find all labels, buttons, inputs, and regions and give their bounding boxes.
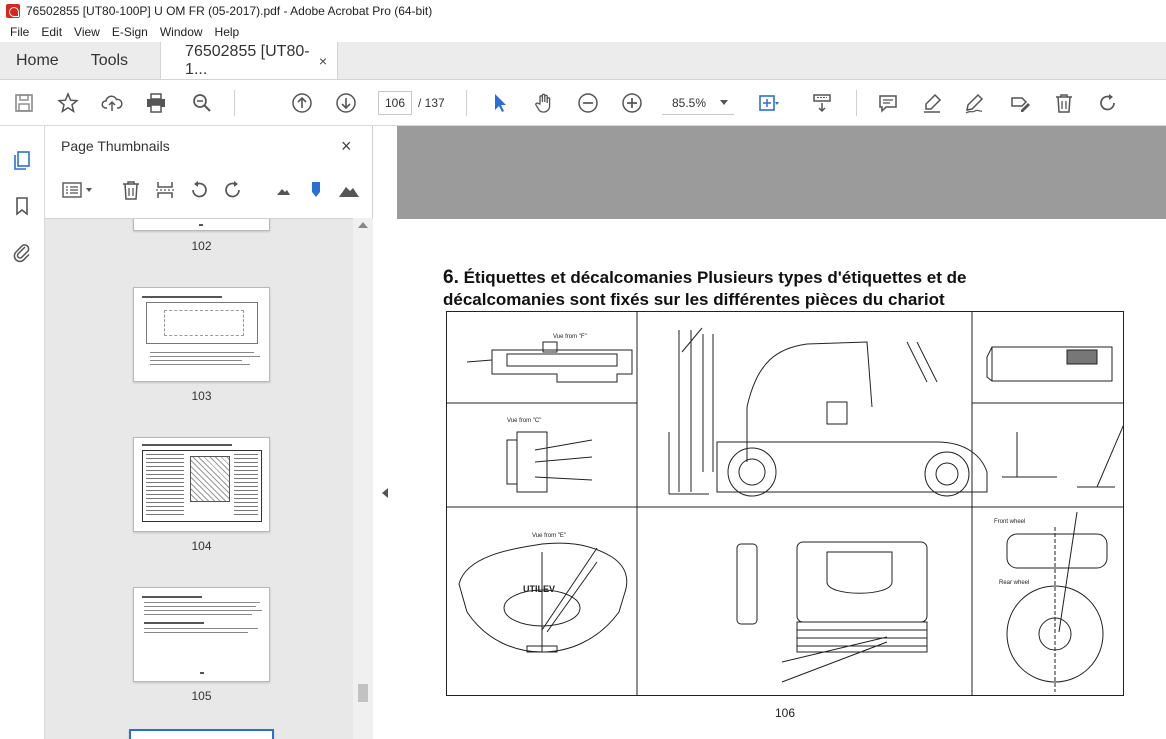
menu-bar: File Edit View E-Sign Window Help: [0, 22, 1166, 42]
panel-collapse-bar: [373, 126, 397, 739]
document-page: 6. Étiquettes et décalcomanies Plusieurs…: [397, 219, 1166, 739]
attachment-icon[interactable]: [10, 240, 34, 264]
collapse-panel-icon[interactable]: [382, 488, 388, 498]
thumbnail-page[interactable]: [133, 287, 270, 382]
toolbar-divider: [466, 90, 467, 116]
tab-document-label: 76502855 [UT80-1...: [185, 42, 310, 78]
extract-page-icon[interactable]: [153, 178, 177, 202]
thumbnail-page-number: 105: [191, 689, 212, 703]
sign-icon[interactable]: [962, 91, 986, 115]
page-total: / 137: [418, 96, 445, 110]
scroll-up-icon[interactable]: [358, 222, 368, 228]
thumbnail-page-number: 102: [191, 239, 212, 253]
menu-window[interactable]: Window: [154, 25, 209, 39]
menu-help[interactable]: Help: [209, 25, 246, 39]
menu-edit[interactable]: Edit: [35, 25, 68, 39]
edit-icon[interactable]: [1008, 91, 1032, 115]
section-number: 6.: [443, 267, 459, 288]
scrollbar-thumb[interactable]: [358, 684, 368, 702]
thumbnail-page-current[interactable]: [129, 729, 274, 739]
document-view[interactable]: 6. Étiquettes et décalcomanies Plusieurs…: [397, 126, 1166, 739]
figure-brand-logo: UTILEV: [523, 584, 555, 594]
section-heading-text: Étiquettes et décalcomanies Plusieurs ty…: [443, 268, 967, 309]
tab-close-icon[interactable]: ×: [319, 53, 327, 69]
upload-icon[interactable]: [100, 91, 124, 115]
menu-esign[interactable]: E-Sign: [106, 25, 154, 39]
thumbnail-page-number: 103: [191, 389, 212, 403]
page-number: 106: [775, 706, 796, 720]
figure-label-view-c: Vue from "C": [507, 418, 541, 424]
star-icon[interactable]: [56, 91, 80, 115]
redo-icon[interactable]: [1096, 91, 1120, 115]
zoom-in-icon[interactable]: [620, 91, 644, 115]
hand-icon[interactable]: [532, 91, 556, 115]
panel-toolbar: [45, 174, 373, 206]
highlight-icon[interactable]: [920, 91, 944, 115]
thumbnails-panel: Page Thumbnails × 102 103 104 105: [45, 126, 373, 739]
toolbar-divider: [234, 90, 235, 116]
title-bar: 76502855 [UT80-100P] U OM FR (05-2017).p…: [0, 0, 1166, 22]
acrobat-logo-icon: [6, 4, 20, 18]
options-menu-icon[interactable]: [59, 178, 97, 202]
zoom-out-icon[interactable]: [576, 91, 600, 115]
delete-icon[interactable]: [1052, 91, 1076, 115]
tab-tools[interactable]: Tools: [75, 42, 144, 79]
thumbnail-page[interactable]: [133, 587, 270, 682]
thumbnail-page[interactable]: [133, 219, 270, 231]
zoom-dropdown-icon: [720, 100, 728, 105]
rotate-cw-icon[interactable]: [221, 178, 245, 202]
window-title: 76502855 [UT80-100P] U OM FR (05-2017).p…: [26, 4, 433, 18]
print-icon[interactable]: [144, 91, 168, 115]
panel-title: Page Thumbnails: [61, 138, 170, 154]
rotate-ccw-icon[interactable]: [187, 178, 211, 202]
decal-location-figure: Vue from "F" Vue from "C" Vue from "E" F…: [446, 311, 1124, 696]
thumbnail-scrollbar[interactable]: [353, 218, 373, 739]
page-down-icon[interactable]: [334, 91, 358, 115]
zoom-slider-icon[interactable]: [304, 178, 328, 202]
tab-home[interactable]: Home: [0, 42, 75, 79]
page-number-input[interactable]: 106: [378, 91, 412, 115]
large-thumbnails-icon[interactable]: [337, 178, 361, 202]
menu-file[interactable]: File: [4, 25, 35, 39]
select-cursor-icon[interactable]: [488, 91, 512, 115]
figure-label-view-f: Vue from "F": [553, 334, 587, 340]
thumbnail-page[interactable]: [133, 437, 270, 532]
page-up-icon[interactable]: [290, 91, 314, 115]
zoom-level-value: 85.5%: [672, 95, 707, 110]
section-heading: 6. Étiquettes et décalcomanies Plusieurs…: [443, 267, 1063, 311]
figure-label-view-e: Vue from "E": [532, 533, 566, 539]
menu-view[interactable]: View: [68, 25, 106, 39]
tab-bar: Home Tools 76502855 [UT80-1... ×: [0, 42, 1166, 80]
tab-document[interactable]: 76502855 [UT80-1... ×: [160, 42, 339, 79]
navigation-rail: [0, 126, 45, 739]
delete-page-icon[interactable]: [119, 178, 143, 202]
save-icon[interactable]: [12, 91, 36, 115]
main-toolbar: 106 / 137 85.5%: [0, 80, 1166, 126]
thumbnail-page-number: 104: [191, 539, 212, 553]
toolbar-divider: [856, 90, 857, 116]
close-icon[interactable]: ×: [341, 136, 352, 157]
figure-label-front-wheel: Front wheel: [994, 519, 1025, 525]
small-thumbnails-icon[interactable]: [271, 178, 295, 202]
scroll-mode-icon[interactable]: [810, 91, 834, 115]
search-zoom-icon[interactable]: [190, 91, 214, 115]
comment-icon[interactable]: [876, 91, 900, 115]
zoom-level-select[interactable]: 85.5%: [662, 91, 734, 115]
bookmark-icon[interactable]: [10, 194, 34, 218]
figure-label-rear-wheel: Rear wheel: [999, 580, 1029, 586]
pages-icon[interactable]: [10, 148, 34, 172]
thumbnail-list: 102 103 104 105: [45, 218, 353, 739]
fit-page-icon[interactable]: [756, 91, 780, 115]
